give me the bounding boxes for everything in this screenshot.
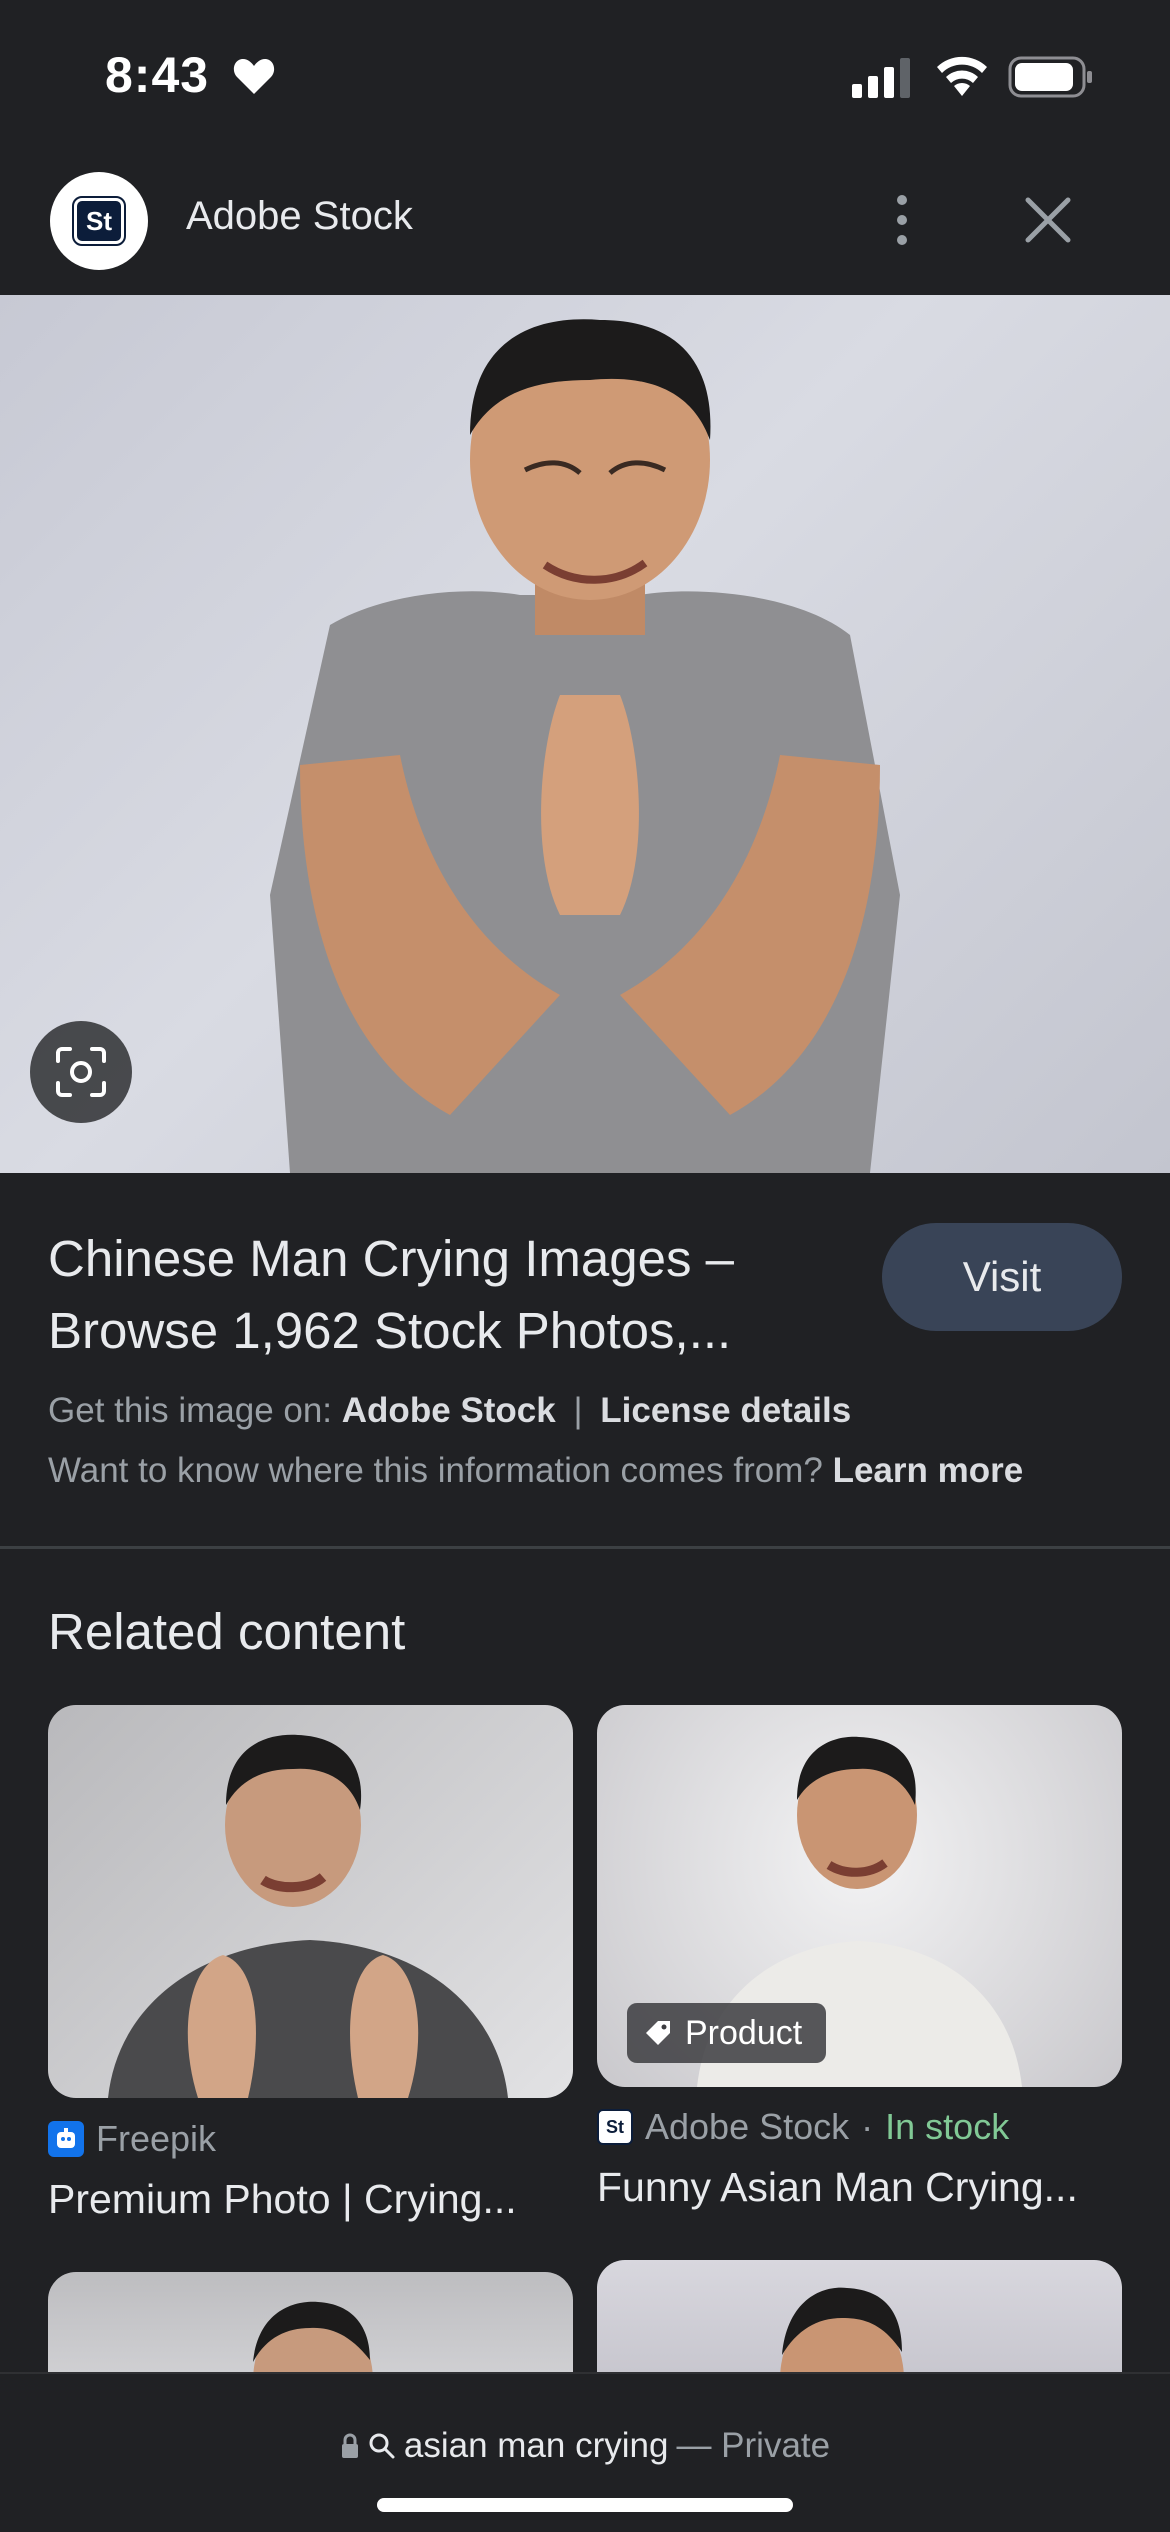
divider — [0, 1546, 1170, 1549]
search-icon — [369, 2433, 395, 2459]
related-caption-2[interactable]: Funny Asian Man Crying... — [597, 2164, 1122, 2211]
home-indicator[interactable] — [377, 2498, 793, 2512]
google-lens-button[interactable] — [30, 1021, 132, 1123]
private-label: — Private — [676, 2426, 831, 2465]
heart-icon — [233, 59, 275, 94]
man-praying-photo — [270, 319, 900, 1173]
source-title[interactable]: Adobe Stock — [186, 194, 413, 239]
related-image-3[interactable] — [48, 2272, 573, 2372]
in-stock-label: In stock — [885, 2106, 1010, 2147]
adobe-stock-logo: St — [50, 172, 148, 270]
product-chip-label: Product — [685, 2013, 803, 2052]
adobe-stock-icon: St — [597, 2109, 633, 2145]
learn-more-link[interactable]: Learn more — [833, 1451, 1024, 1490]
cellular-signal-icon — [852, 58, 910, 98]
related-source-1: Freepik — [48, 2118, 216, 2160]
get-image-source-link[interactable]: Adobe Stock — [342, 1391, 556, 1430]
info-source-line: Want to know where this information come… — [48, 1451, 1023, 1491]
related-content-heading: Related content — [48, 1603, 406, 1660]
search-query: asian man crying — [403, 2426, 669, 2465]
tag-icon — [646, 2021, 670, 2045]
crying-man-photo-4 — [780, 2287, 904, 2372]
related-image-1[interactable] — [48, 1705, 573, 2098]
more-options-icon[interactable] — [880, 188, 924, 252]
close-icon[interactable] — [1020, 192, 1076, 248]
related-image-4[interactable] — [597, 2260, 1122, 2372]
status-bar: 8:43 — [0, 0, 1170, 150]
get-image-prefix: Get this image on: — [48, 1391, 333, 1430]
top-bar: St Adobe Stock — [0, 150, 1170, 295]
status-time: 8:43 — [105, 47, 210, 103]
crying-man-photo-3 — [253, 2301, 373, 2372]
wifi-icon — [937, 56, 987, 96]
preview-image[interactable] — [0, 295, 1170, 1173]
license-details-link[interactable]: License details — [600, 1391, 851, 1430]
st-logo: St — [72, 196, 126, 246]
visit-button[interactable]: Visit — [882, 1223, 1122, 1331]
battery-icon — [1008, 56, 1092, 98]
related-caption-1[interactable]: Premium Photo | Crying... — [48, 2176, 573, 2223]
get-image-line: Get this image on: Adobe Stock | License… — [48, 1391, 851, 1431]
result-info: Chinese Man Crying Images – Browse 1,962… — [0, 1173, 1170, 1548]
source-dot: · — [861, 2106, 874, 2147]
separator: | — [573, 1391, 583, 1430]
product-chip: Product — [627, 2003, 827, 2063]
related-source-2: St Adobe Stock · In stock — [597, 2106, 1009, 2148]
result-title[interactable]: Chinese Man Crying Images – Browse 1,962… — [48, 1223, 868, 1367]
address-field[interactable]: asian man crying — Private — [0, 2426, 1170, 2466]
bottom-address-bar: asian man crying — Private — [0, 2372, 1170, 2532]
related-image-2[interactable]: Product — [597, 1705, 1122, 2087]
related-source-name-1: Freepik — [96, 2118, 217, 2159]
lens-icon — [56, 1047, 106, 1097]
crying-man-photo-1 — [108, 1734, 508, 2098]
lock-icon — [341, 2433, 358, 2458]
related-source-name-2: Adobe Stock — [645, 2106, 850, 2147]
freepik-icon — [48, 2121, 84, 2157]
info-question: Want to know where this information come… — [48, 1451, 823, 1490]
